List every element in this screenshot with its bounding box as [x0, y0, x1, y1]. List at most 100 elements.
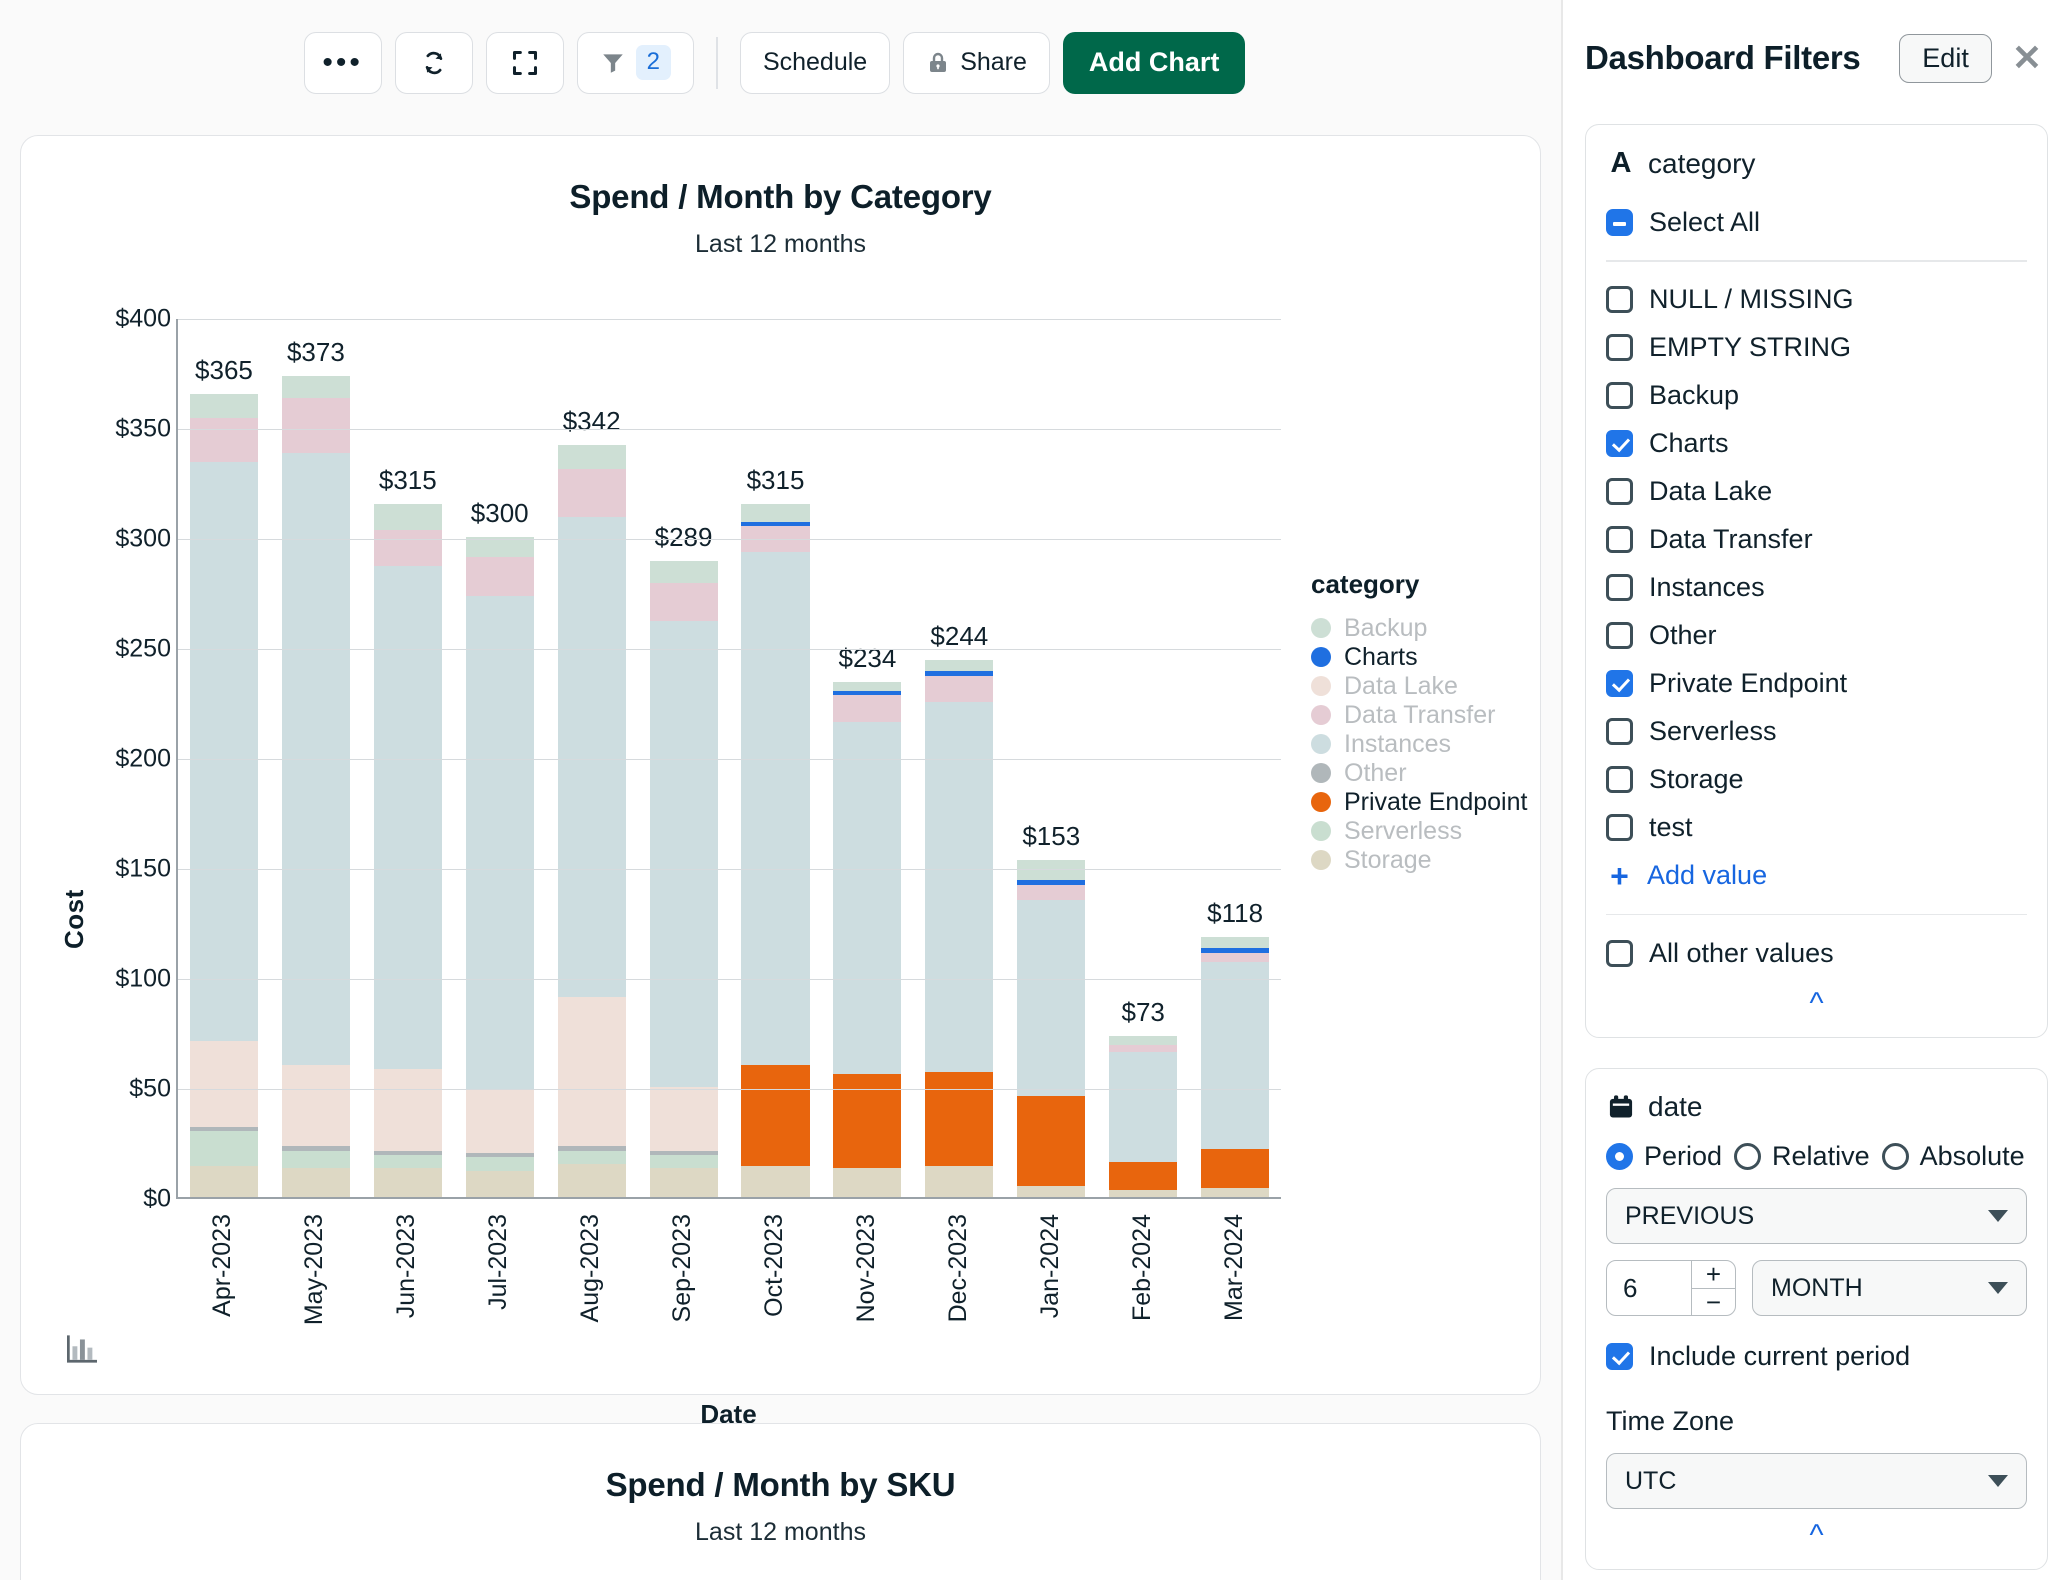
stacked-bar[interactable]: [1017, 860, 1086, 1197]
bar-segment[interactable]: [1201, 1148, 1270, 1189]
stepper-decrement-button[interactable]: −: [1692, 1289, 1735, 1316]
schedule-button[interactable]: Schedule: [739, 31, 891, 94]
stepper-increment-button[interactable]: +: [1692, 1261, 1735, 1289]
date-mode-radio[interactable]: [1606, 1143, 1633, 1170]
bar-segment[interactable]: [1017, 1186, 1086, 1197]
bar-segment[interactable]: [189, 1166, 258, 1197]
refresh-button[interactable]: [394, 31, 473, 94]
select-all-checkbox[interactable]: [1606, 208, 1633, 236]
bar-segment[interactable]: [1201, 961, 1270, 1149]
select-all-row[interactable]: Select All: [1606, 198, 2027, 246]
bar-segment[interactable]: [741, 552, 810, 1066]
bar-chart-icon[interactable]: [65, 1334, 99, 1364]
amount-value[interactable]: 6: [1607, 1261, 1691, 1315]
category-value-checkbox[interactable]: [1606, 286, 1633, 313]
stacked-bar[interactable]: [373, 504, 442, 1197]
bar-segment[interactable]: [1109, 1190, 1178, 1197]
bar-segment[interactable]: [1017, 884, 1086, 901]
bar-segment[interactable]: [373, 530, 442, 566]
edit-filters-button[interactable]: Edit: [1899, 33, 1992, 83]
bar-segment[interactable]: [1109, 1051, 1178, 1162]
bar-segment[interactable]: [189, 1131, 258, 1167]
bar-segment[interactable]: [925, 675, 994, 703]
bar-segment[interactable]: [833, 682, 902, 692]
category-value-row[interactable]: Data Transfer: [1606, 516, 2027, 564]
date-mode-option[interactable]: Relative: [1734, 1141, 1870, 1172]
category-value-checkbox[interactable]: [1606, 382, 1633, 409]
share-button[interactable]: Share: [903, 31, 1050, 94]
date-collapse-chevron-up-icon[interactable]: ^: [1606, 1509, 2027, 1555]
category-value-row[interactable]: test: [1606, 804, 2027, 852]
bar-column[interactable]: $315: [730, 319, 822, 1197]
bar-segment[interactable]: [649, 561, 718, 584]
category-value-checkbox[interactable]: [1606, 766, 1633, 793]
bar-column[interactable]: $342: [546, 319, 638, 1197]
bar-column[interactable]: $73: [1097, 319, 1189, 1197]
bar-segment[interactable]: [281, 1168, 350, 1197]
bar-segment[interactable]: [189, 462, 258, 1041]
bar-segment[interactable]: [741, 1166, 810, 1197]
category-value-row[interactable]: NULL / MISSING: [1606, 276, 2027, 324]
bar-column[interactable]: $153: [1005, 319, 1097, 1197]
bar-segment[interactable]: [281, 1065, 350, 1147]
bar-segment[interactable]: [1017, 900, 1086, 1096]
category-value-checkbox[interactable]: [1606, 430, 1633, 457]
bar-segment[interactable]: [373, 504, 442, 531]
bar-segment[interactable]: [465, 1170, 534, 1197]
bar-segment[interactable]: [557, 468, 626, 518]
category-value-checkbox[interactable]: [1606, 622, 1633, 649]
bar-segment[interactable]: [1109, 1161, 1178, 1191]
unit-select[interactable]: MONTH: [1752, 1260, 2027, 1316]
bar-column[interactable]: $365: [178, 319, 270, 1197]
bar-segment[interactable]: [925, 702, 994, 1072]
add-value-button[interactable]: + Add value: [1606, 852, 2027, 900]
stacked-bar[interactable]: [925, 660, 994, 1197]
bar-segment[interactable]: [373, 1155, 442, 1169]
amount-stepper[interactable]: 6 + −: [1606, 1260, 1736, 1316]
bar-column[interactable]: $300: [454, 319, 546, 1197]
stacked-bar[interactable]: [189, 394, 258, 1197]
bar-segment[interactable]: [465, 556, 534, 597]
include-current-period-checkbox[interactable]: [1606, 1342, 1633, 1370]
bar-segment[interactable]: [557, 517, 626, 997]
all-other-values-checkbox[interactable]: [1606, 939, 1633, 967]
date-mode-radio[interactable]: [1881, 1143, 1909, 1170]
add-chart-button[interactable]: Add Chart: [1062, 31, 1246, 94]
category-value-row[interactable]: Backup: [1606, 372, 2027, 420]
stacked-bar[interactable]: [1201, 937, 1270, 1197]
bar-column[interactable]: $118: [1189, 319, 1281, 1197]
bar-segment[interactable]: [1109, 1036, 1178, 1046]
bar-segment[interactable]: [557, 1164, 626, 1197]
stacked-bar[interactable]: [1109, 1036, 1178, 1197]
category-value-row[interactable]: Data Lake: [1606, 468, 2027, 516]
category-value-checkbox[interactable]: [1606, 814, 1633, 841]
bar-segment[interactable]: [557, 1150, 626, 1164]
date-mode-option[interactable]: Period: [1606, 1141, 1722, 1172]
bar-column[interactable]: $289: [638, 319, 730, 1197]
bar-column[interactable]: $315: [362, 319, 454, 1197]
category-value-checkbox[interactable]: [1606, 526, 1633, 553]
fullscreen-button[interactable]: [485, 31, 564, 94]
bar-segment[interactable]: [465, 537, 534, 557]
category-value-row[interactable]: Other: [1606, 612, 2027, 660]
legend-item[interactable]: Data Transfer: [1311, 701, 1561, 729]
period-select[interactable]: PREVIOUS: [1606, 1188, 2027, 1244]
legend-item[interactable]: Serverless: [1311, 817, 1561, 845]
category-value-row[interactable]: EMPTY STRING: [1606, 324, 2027, 372]
stacked-bar[interactable]: [649, 561, 718, 1197]
category-value-row[interactable]: Instances: [1606, 564, 2027, 612]
legend-item[interactable]: Backup: [1311, 614, 1561, 642]
stacked-bar[interactable]: [465, 537, 534, 1197]
timezone-select[interactable]: UTC: [1606, 1453, 2027, 1509]
filter-button[interactable]: 2: [576, 31, 694, 94]
category-value-checkbox[interactable]: [1606, 574, 1633, 601]
include-current-period-row[interactable]: Include current period: [1606, 1332, 2027, 1380]
category-value-checkbox[interactable]: [1606, 670, 1633, 697]
more-options-button[interactable]: •••: [303, 31, 382, 94]
bar-segment[interactable]: [649, 1087, 718, 1151]
category-value-row[interactable]: Charts: [1606, 420, 2027, 468]
legend-item[interactable]: Private Endpoint: [1311, 788, 1561, 816]
bar-segment[interactable]: [465, 1157, 534, 1171]
bar-segment[interactable]: [557, 444, 626, 469]
stacked-bar[interactable]: [557, 444, 626, 1197]
